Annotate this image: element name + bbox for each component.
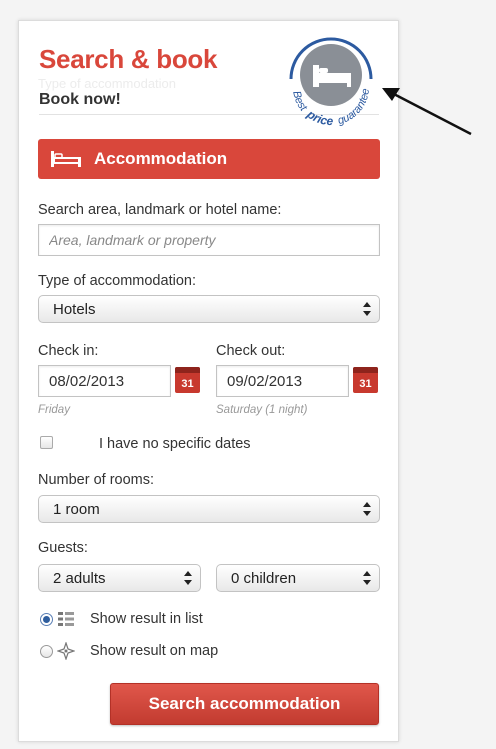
- check-out-label: Check out:: [216, 343, 286, 359]
- accommodation-type-value: Hotels: [53, 300, 96, 318]
- rooms-select[interactable]: 1 room: [38, 495, 380, 523]
- show-map-label: Show result on map: [90, 643, 219, 659]
- check-out-input[interactable]: [216, 365, 349, 397]
- select-arrows-icon: [363, 502, 371, 516]
- check-in-input[interactable]: [38, 365, 171, 397]
- accommodation-type-select[interactable]: Hotels: [38, 295, 380, 323]
- show-map-radio[interactable]: [40, 645, 53, 658]
- accommodation-section-label: Accommodation: [94, 149, 228, 168]
- show-list-radio[interactable]: [40, 613, 53, 626]
- guests-label: Guests:: [38, 540, 88, 556]
- ghost-watermark-text: Type of accommodation: [38, 76, 177, 91]
- page-title: Search & book: [39, 44, 218, 74]
- check-out-day-hint: Saturday (1 night): [216, 404, 308, 416]
- search-accommodation-button[interactable]: Search accommodation: [110, 683, 379, 725]
- check-out-calendar-day: 31: [359, 378, 372, 390]
- show-list-label: Show result in list: [90, 611, 203, 627]
- check-in-label: Check in:: [38, 343, 99, 359]
- children-value: 0 children: [231, 569, 297, 587]
- page-subtitle: Book now!: [39, 91, 121, 108]
- annotation-arrow-icon: [382, 88, 472, 136]
- check-out-calendar-icon[interactable]: 31: [353, 367, 378, 393]
- accommodation-type-label: Type of accommodation:: [38, 273, 196, 289]
- check-in-calendar-icon[interactable]: 31: [175, 367, 200, 393]
- rooms-value: 1 room: [53, 500, 100, 518]
- no-specific-dates-checkbox[interactable]: [40, 436, 53, 449]
- search-area-label: Search area, landmark or hotel name:: [38, 202, 282, 218]
- children-select[interactable]: 0 children: [216, 564, 380, 592]
- select-arrows-icon: [184, 571, 192, 585]
- search-area-input[interactable]: [38, 224, 380, 256]
- adults-select[interactable]: 2 adults: [38, 564, 201, 592]
- adults-value: 2 adults: [53, 569, 106, 587]
- best-price-guaranteed-badge: Best price guaranteed: [281, 29, 373, 128]
- no-specific-dates-label: I have no specific dates: [99, 436, 251, 452]
- select-arrows-icon: [363, 302, 371, 316]
- badge-text-price: price: [304, 106, 334, 128]
- select-arrows-icon: [363, 571, 371, 585]
- rooms-label: Number of rooms:: [38, 472, 155, 488]
- check-in-day-hint: Friday: [38, 404, 70, 416]
- accommodation-section-header: Accommodation: [38, 139, 380, 179]
- list-view-icon: [58, 612, 74, 626]
- check-in-calendar-day: 31: [181, 378, 194, 390]
- search-book-panel: Type of accommodation Search & book Book…: [18, 20, 399, 742]
- bed-icon: [51, 151, 81, 167]
- map-compass-icon: [57, 642, 75, 660]
